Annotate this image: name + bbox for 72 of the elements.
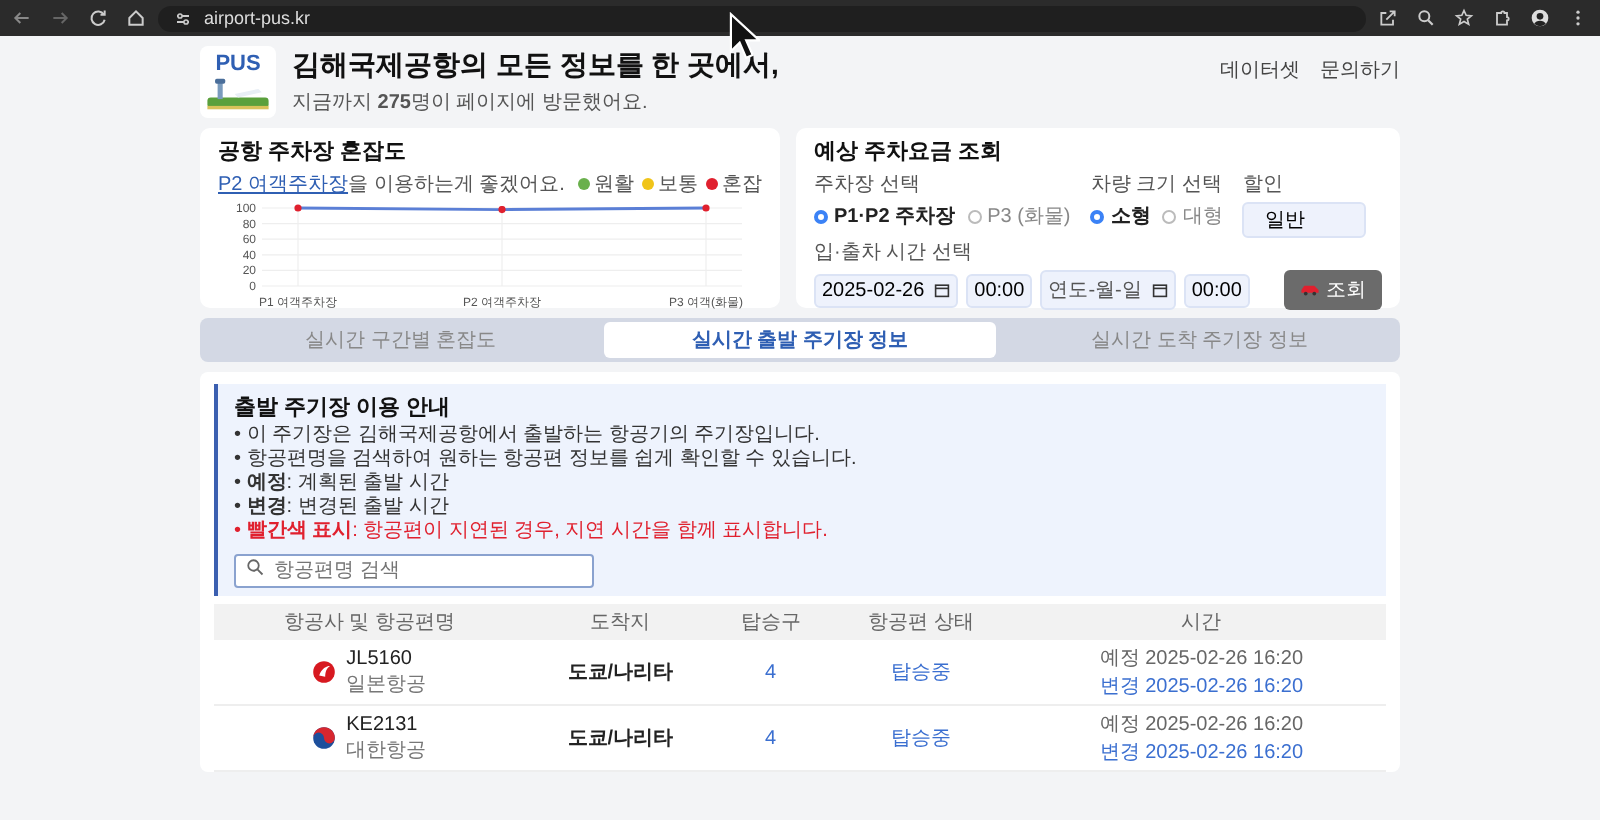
forward-icon[interactable] bbox=[50, 8, 70, 28]
legend-label: 보통 bbox=[658, 172, 698, 198]
calendar-icon[interactable] bbox=[934, 282, 951, 298]
parking-link[interactable]: P2 여객주차장 bbox=[218, 174, 349, 196]
date-field[interactable]: 연도-월-일 bbox=[1040, 270, 1176, 310]
search-icon bbox=[246, 558, 264, 576]
changed-time: 변경 2025-02-26 16:20 bbox=[1097, 674, 1306, 700]
recommendation-text: P2 여객주차장을 이용하는게 좋겠어요. bbox=[218, 172, 565, 198]
guide-text: • 예정: 계획된 출발 시간 bbox=[234, 472, 451, 496]
card-title: 공항 주차장 혼잡도 bbox=[218, 138, 409, 166]
field-label: 차량 크기 선택 bbox=[1090, 172, 1223, 198]
column-header: 탑승구 bbox=[716, 604, 826, 640]
column-header: 항공사 및 항공편명 bbox=[214, 604, 525, 640]
zoom-icon[interactable] bbox=[1416, 8, 1436, 28]
extensions-icon[interactable] bbox=[1492, 8, 1512, 28]
url-text: airport-pus.kr bbox=[204, 8, 311, 28]
avatar-icon[interactable] bbox=[1530, 8, 1550, 28]
field-label: 주차장 선택 bbox=[814, 172, 922, 198]
logo-drawing bbox=[204, 76, 272, 112]
share-icon[interactable] bbox=[1378, 8, 1398, 28]
guide-text: • 변경: 변경된 출발 시간 bbox=[234, 496, 451, 520]
legend-label: 혼잡 bbox=[722, 172, 762, 198]
gate-text: 4 bbox=[765, 727, 777, 749]
column-header: 시간 bbox=[1016, 604, 1386, 640]
airline-logo-icon bbox=[312, 660, 337, 684]
car-icon bbox=[1300, 284, 1320, 296]
tab[interactable]: 실시간 출발 주기장 정보 bbox=[603, 322, 997, 358]
flight-number: JL5160 bbox=[346, 647, 414, 669]
search-field[interactable]: 항공편명 검색 bbox=[234, 554, 594, 588]
date-field[interactable]: 2025-02-26 bbox=[814, 273, 959, 307]
size-radio[interactable]: 소형 bbox=[1090, 202, 1151, 230]
field-label: 입·출차 시간 선택 bbox=[814, 240, 974, 266]
parking-radio[interactable]: P3 (화물) bbox=[967, 202, 1071, 230]
gate-text: 4 bbox=[765, 661, 777, 683]
nav-link[interactable]: 문의하기 bbox=[1320, 56, 1400, 84]
discount-select[interactable]: 일반 bbox=[1242, 202, 1367, 238]
destination-text: 도쿄/나리타 bbox=[567, 662, 674, 684]
column-header: 항공편 상태 bbox=[825, 604, 1017, 640]
page-title: 김해국제공항의 모든 정보를 한 곳에서, bbox=[292, 48, 781, 84]
changed-time: 변경 2025-02-26 16:20 bbox=[1097, 740, 1306, 766]
search-button[interactable]: 조회 bbox=[1284, 270, 1382, 310]
status-text: 탑승중 bbox=[890, 662, 951, 684]
home-icon[interactable] bbox=[126, 8, 146, 28]
back-icon[interactable] bbox=[12, 8, 32, 28]
star-icon[interactable] bbox=[1454, 8, 1474, 28]
time-field[interactable]: 00:00 bbox=[966, 273, 1033, 307]
airline-name: 대한항공 bbox=[346, 737, 427, 763]
guide-title: 출발 주기장 이용 안내 bbox=[234, 394, 453, 422]
nav-link[interactable]: 데이터셋 bbox=[1220, 56, 1300, 84]
calendar-icon[interactable] bbox=[1151, 282, 1168, 298]
guide-text: • 이 주기장은 김해국제공항에서 출발하는 항공기의 주기장입니다. bbox=[234, 424, 822, 448]
scheduled-time: 예정 2025-02-26 16:20 bbox=[1097, 712, 1306, 738]
airline-name: 일본항공 bbox=[346, 671, 427, 697]
site-info-icon[interactable] bbox=[174, 9, 192, 27]
field-label: 할인 bbox=[1242, 172, 1285, 198]
logo-text: PUS bbox=[215, 52, 261, 76]
scheduled-time: 예정 2025-02-26 16:20 bbox=[1097, 646, 1306, 672]
card-title: 예상 주차요금 조회 bbox=[814, 138, 1005, 166]
status-text: 탑승중 bbox=[890, 728, 951, 750]
column-header: 도착지 bbox=[524, 604, 717, 640]
destination-text: 도쿄/나리타 bbox=[567, 728, 674, 750]
size-radio[interactable]: 대형 bbox=[1162, 202, 1223, 230]
guide-text: • 빨간색 표시: 항공편이 지연된 경우, 지연 시간을 함께 표시합니다. bbox=[234, 520, 830, 544]
guide-text: • 항공편명을 검색하여 원하는 항공편 정보를 쉽게 확인할 수 있습니다. bbox=[234, 448, 859, 472]
parking-radio[interactable]: P1·P2 주차장 bbox=[814, 202, 956, 230]
flight-number: KE2131 bbox=[346, 713, 420, 735]
reload-icon[interactable] bbox=[88, 8, 108, 28]
airline-logo-icon bbox=[312, 726, 337, 750]
time-field[interactable]: 00:00 bbox=[1183, 273, 1250, 307]
address-bar[interactable]: airport-pus.kr bbox=[158, 5, 1366, 31]
visitor-count-text: 지금까지 275명이 페이지에 방문했어요. bbox=[292, 90, 650, 116]
legend-label: 원활 bbox=[594, 172, 634, 198]
